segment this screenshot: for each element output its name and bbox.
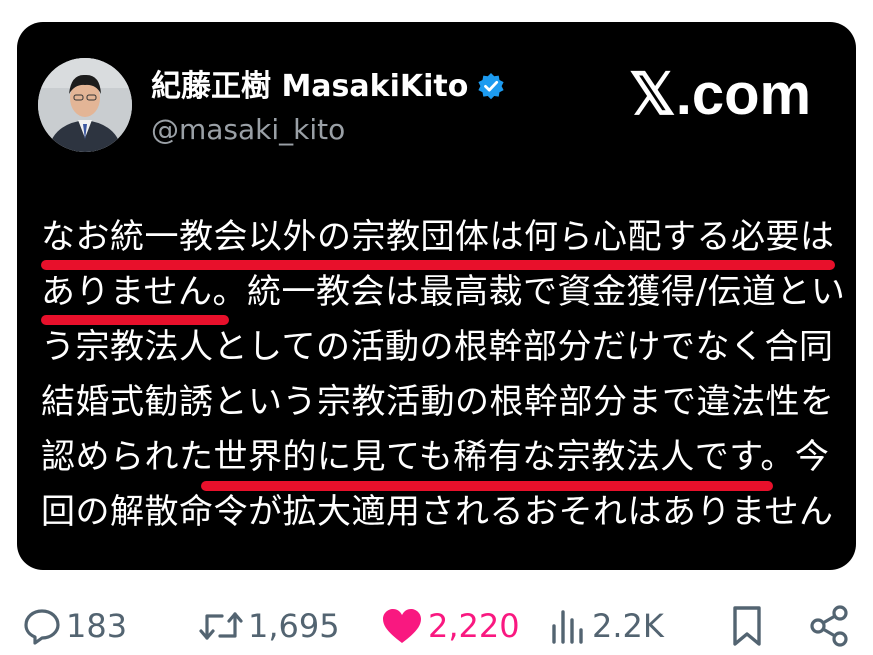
highlight-underline (41, 315, 229, 325)
like-count: 2,220 (428, 607, 520, 645)
post-text-line: 回の解散命令が拡大適用されるおそれはありません (41, 492, 834, 532)
post-screenshot-card: 紀藤正樹 MasakiKito @masaki_kito 𝕏.com なお統一教… (17, 22, 856, 570)
reply-icon (24, 609, 60, 645)
share-button[interactable] (808, 598, 852, 654)
heart-icon (383, 609, 421, 643)
post-action-bar: 183 1,695 2,220 2.2K (0, 598, 873, 654)
avatar-image (38, 58, 132, 152)
verified-badge-icon (478, 73, 504, 100)
reply-count: 183 (66, 607, 128, 645)
post-text-line: 結婚式勧誘という宗教活動の根幹部分まで違法性を (41, 382, 835, 422)
post-body: なお統一教会以外の宗教団体は何ら心配する必要は ありません。統一教会は最高裁で資… (41, 210, 846, 540)
views-count: 2.2K (592, 607, 664, 645)
display-name[interactable]: 紀藤正樹 MasakiKito (151, 68, 468, 106)
post-text-line: ありません。統一教会は最高裁で資金獲得/伝道とい (41, 272, 846, 312)
post-text-line: なお統一教会以外の宗教団体は何ら心配する必要は (41, 217, 835, 257)
repost-icon (199, 612, 243, 640)
reply-button[interactable]: 183 (22, 598, 127, 654)
highlight-underline (41, 260, 835, 270)
repost-count: 1,695 (248, 607, 340, 645)
views-icon (552, 610, 583, 644)
bookmark-icon (733, 606, 761, 646)
highlight-underline (201, 481, 773, 491)
repost-button[interactable]: 1,695 (198, 598, 340, 654)
bookmark-button[interactable] (728, 598, 766, 654)
post-text-line: 認められた世界的に見ても稀有な宗教法人です。今 (41, 437, 830, 477)
share-icon (810, 605, 848, 647)
post-text-line: う宗教法人としての活動の根幹部分だけでなく合同 (41, 327, 834, 367)
like-button[interactable]: 2,220 (380, 598, 520, 654)
x-brand-logo: 𝕏.com (629, 62, 812, 127)
avatar[interactable] (38, 58, 132, 152)
display-name-row[interactable]: 紀藤正樹 MasakiKito (151, 68, 506, 106)
views-button[interactable]: 2.2K (548, 598, 664, 654)
user-handle[interactable]: @masaki_kito (151, 112, 345, 148)
